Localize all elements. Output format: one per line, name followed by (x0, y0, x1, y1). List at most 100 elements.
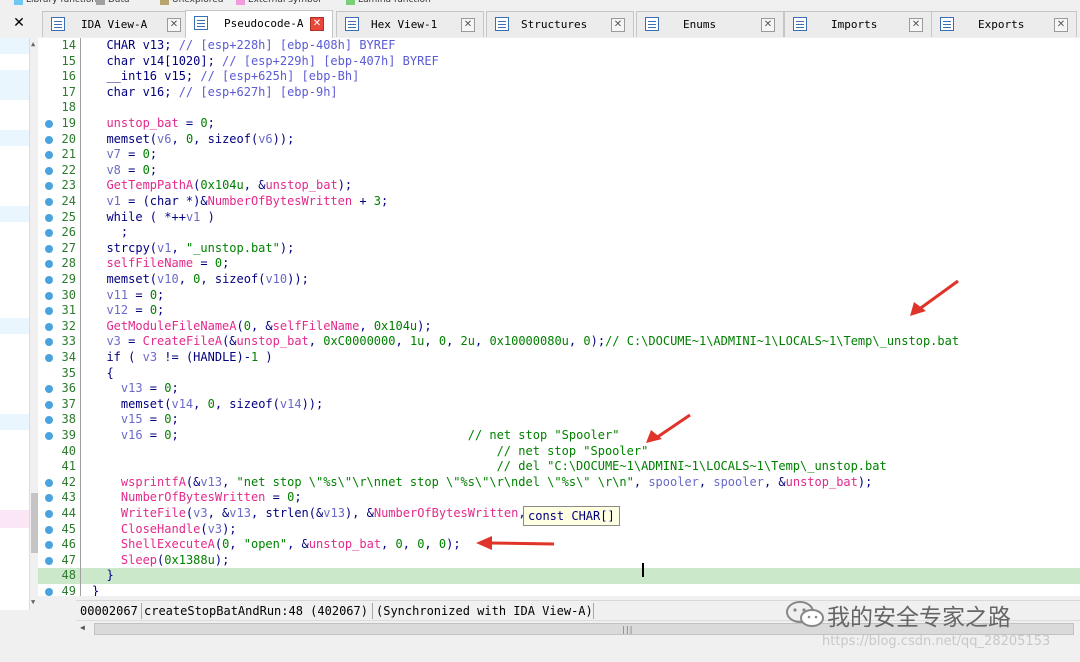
code-line[interactable]: 40 // net stop "Spooler" (38, 444, 1080, 460)
code-token: , (395, 334, 410, 349)
sidebar-scroll-thumb[interactable] (31, 493, 38, 553)
code-line[interactable]: 17 char v16; // [esp+627h] [ebp-9h] (38, 85, 1080, 101)
code-line[interactable]: 42 wsprintfA(&v13, "net stop \"%s\"\r\nn… (38, 475, 1080, 491)
code-line[interactable]: 43 NumberOfBytesWritten = 0; (38, 490, 1080, 506)
sidebar-row[interactable] (0, 510, 31, 528)
tab-label: Exports (978, 18, 1025, 31)
scroll-up-icon[interactable]: ▲ (31, 40, 35, 48)
code-token: char v14[1020]; (92, 53, 223, 68)
code-line[interactable]: 19 unstop_bat = 0; (38, 116, 1080, 132)
code-text: wsprintfA(&v13, "net stop \"%s\"\r\nnet … (92, 475, 872, 491)
line-number: 20 (61, 131, 76, 146)
tab-hex-view-1[interactable]: Hex View-1 ✕ (336, 11, 484, 37)
code-token: = (char *)& (120, 194, 208, 208)
tab-close-icon[interactable]: ✕ (167, 18, 181, 32)
code-token: , (568, 334, 584, 349)
code-line[interactable]: 14 CHAR v13; // [esp+228h] [ebp-408h] BY… (38, 38, 1080, 54)
sidebar-row[interactable] (0, 414, 31, 430)
code-token: = (128, 303, 150, 318)
sidebar-row[interactable] (0, 206, 31, 222)
sidebar-row[interactable] (0, 70, 31, 100)
legend-swatch (236, 0, 245, 5)
code-token: v6 (157, 131, 172, 146)
code-line[interactable]: 28 selfFileName = 0; (38, 256, 1080, 272)
scroll-down-icon[interactable]: ▼ (31, 598, 35, 606)
code-line[interactable]: 39 v16 = 0; // net stop "Spooler" (38, 428, 1080, 444)
code-line[interactable]: 15 char v14[1020]; // [esp+229h] [ebp-40… (38, 54, 1080, 70)
code-line[interactable]: 27 strcpy(v1, "_unstop.bat"); (38, 241, 1080, 257)
code-token: = (142, 412, 165, 427)
code-line[interactable]: 35 { (38, 366, 1080, 382)
sidebar-row[interactable] (0, 430, 31, 510)
code-token: ; (157, 287, 165, 302)
tab-close-icon[interactable]: ✕ (1054, 18, 1068, 32)
code-line[interactable]: 23 GetTempPathA(0x104u, &unstop_bat); (38, 178, 1080, 194)
code-token: WriteFile (92, 506, 186, 520)
code-line[interactable]: 37 memset(v14, 0, sizeof(v14)); (38, 397, 1080, 413)
sidebar-row[interactable] (0, 334, 31, 414)
code-token: v10 (265, 272, 288, 286)
code-token: ; (171, 381, 179, 396)
tab-enums[interactable]: Enums ✕ (636, 11, 784, 37)
tab-exports[interactable]: Exports ✕ (931, 11, 1077, 37)
code-token: v3 (142, 350, 158, 364)
code-line[interactable]: 47 Sleep(0x1388u); (38, 553, 1080, 569)
code-line[interactable]: 49} (38, 584, 1080, 596)
tab-close-icon[interactable]: ✕ (461, 18, 475, 32)
code-token: 0 (142, 147, 150, 162)
tab-pseudocode-a[interactable]: Pseudocode-A ✕ (185, 10, 333, 38)
code-token: , (359, 318, 374, 333)
tab-close-icon[interactable]: ✕ (909, 18, 923, 32)
legend-item: Lumina function (346, 0, 431, 7)
code-token: v13 (200, 474, 223, 489)
code-line[interactable]: 46 ShellExecuteA(0, "open", &unstop_bat,… (38, 537, 1080, 553)
code-line[interactable]: 16 __int16 v15; // [esp+625h] [ebp-Bh] (38, 69, 1080, 85)
code-line[interactable]: 18 (38, 100, 1080, 116)
code-token: , (193, 396, 208, 411)
tab-label: Enums (683, 18, 717, 31)
code-line[interactable]: 34 if ( v3 != (HANDLE)-1 ) (38, 350, 1080, 366)
code-line[interactable]: 36 v13 = 0; (38, 381, 1080, 397)
code-line[interactable]: 26 ; (38, 225, 1080, 241)
code-line[interactable]: 33 v3 = CreateFileA(&unstop_bat, 0xC0000… (38, 334, 1080, 350)
line-number: 34 (61, 350, 76, 364)
code-line[interactable]: 21 v7 = 0; (38, 147, 1080, 163)
code-token: memset (92, 131, 150, 146)
code-line[interactable]: 38 v15 = 0; (38, 412, 1080, 428)
code-text: v11 = 0; (92, 288, 164, 304)
sidebar-row[interactable] (0, 318, 31, 334)
code-line[interactable]: 48 } (38, 568, 1080, 584)
code-line[interactable]: 24 v1 = (char *)&NumberOfBytesWritten + … (38, 194, 1080, 210)
tab-imports[interactable]: Imports ✕ (784, 11, 932, 37)
sidebar-row[interactable] (0, 146, 31, 206)
tab-structures[interactable]: Structures ✕ (486, 11, 634, 37)
tab-ida-view-a[interactable]: IDA View-A ✕ (42, 11, 190, 37)
sidebar-row[interactable] (0, 130, 31, 146)
code-token: (& (308, 506, 324, 520)
code-text: Sleep(0x1388u); (92, 553, 229, 569)
tab-close-icon[interactable]: ✕ (611, 18, 625, 32)
sidebar-row[interactable] (0, 54, 31, 70)
sidebar-close-button[interactable]: ✕ (0, 8, 38, 39)
sidebar-row[interactable] (0, 528, 31, 610)
scroll-left-icon[interactable]: ◀ (80, 623, 85, 632)
code-text: memset(v14, 0, sizeof(v14)); (92, 397, 323, 413)
code-line[interactable]: 41 // del "C:\DOCUME~1\ADMINI~1\LOCALS~1… (38, 459, 1080, 475)
code-token: , (633, 474, 649, 489)
line-number: 36 (61, 381, 76, 396)
tab-close-icon[interactable]: ✕ (761, 18, 775, 32)
code-token: ( (149, 240, 158, 255)
code-line[interactable]: 20 memset(v6, 0, sizeof(v6)); (38, 132, 1080, 148)
code-text: v7 = 0; (92, 147, 157, 163)
legend-label: Lumina function (358, 0, 431, 5)
code-line[interactable]: 32 GetModuleFileNameA(0, &selfFileName, … (38, 319, 1080, 335)
code-line[interactable]: 25 while ( *++v1 ) (38, 210, 1080, 226)
sidebar-row[interactable] (0, 222, 31, 318)
code-line[interactable]: 22 v8 = 0; (38, 163, 1080, 179)
code-token: ; (171, 412, 179, 427)
sidebar-row[interactable] (0, 100, 31, 130)
watermark-url: https://blog.csdn.net/qq_28205153 (822, 634, 1051, 649)
code-text: } (92, 584, 99, 596)
tab-close-icon[interactable]: ✕ (310, 17, 324, 31)
sidebar-row[interactable] (0, 38, 31, 54)
